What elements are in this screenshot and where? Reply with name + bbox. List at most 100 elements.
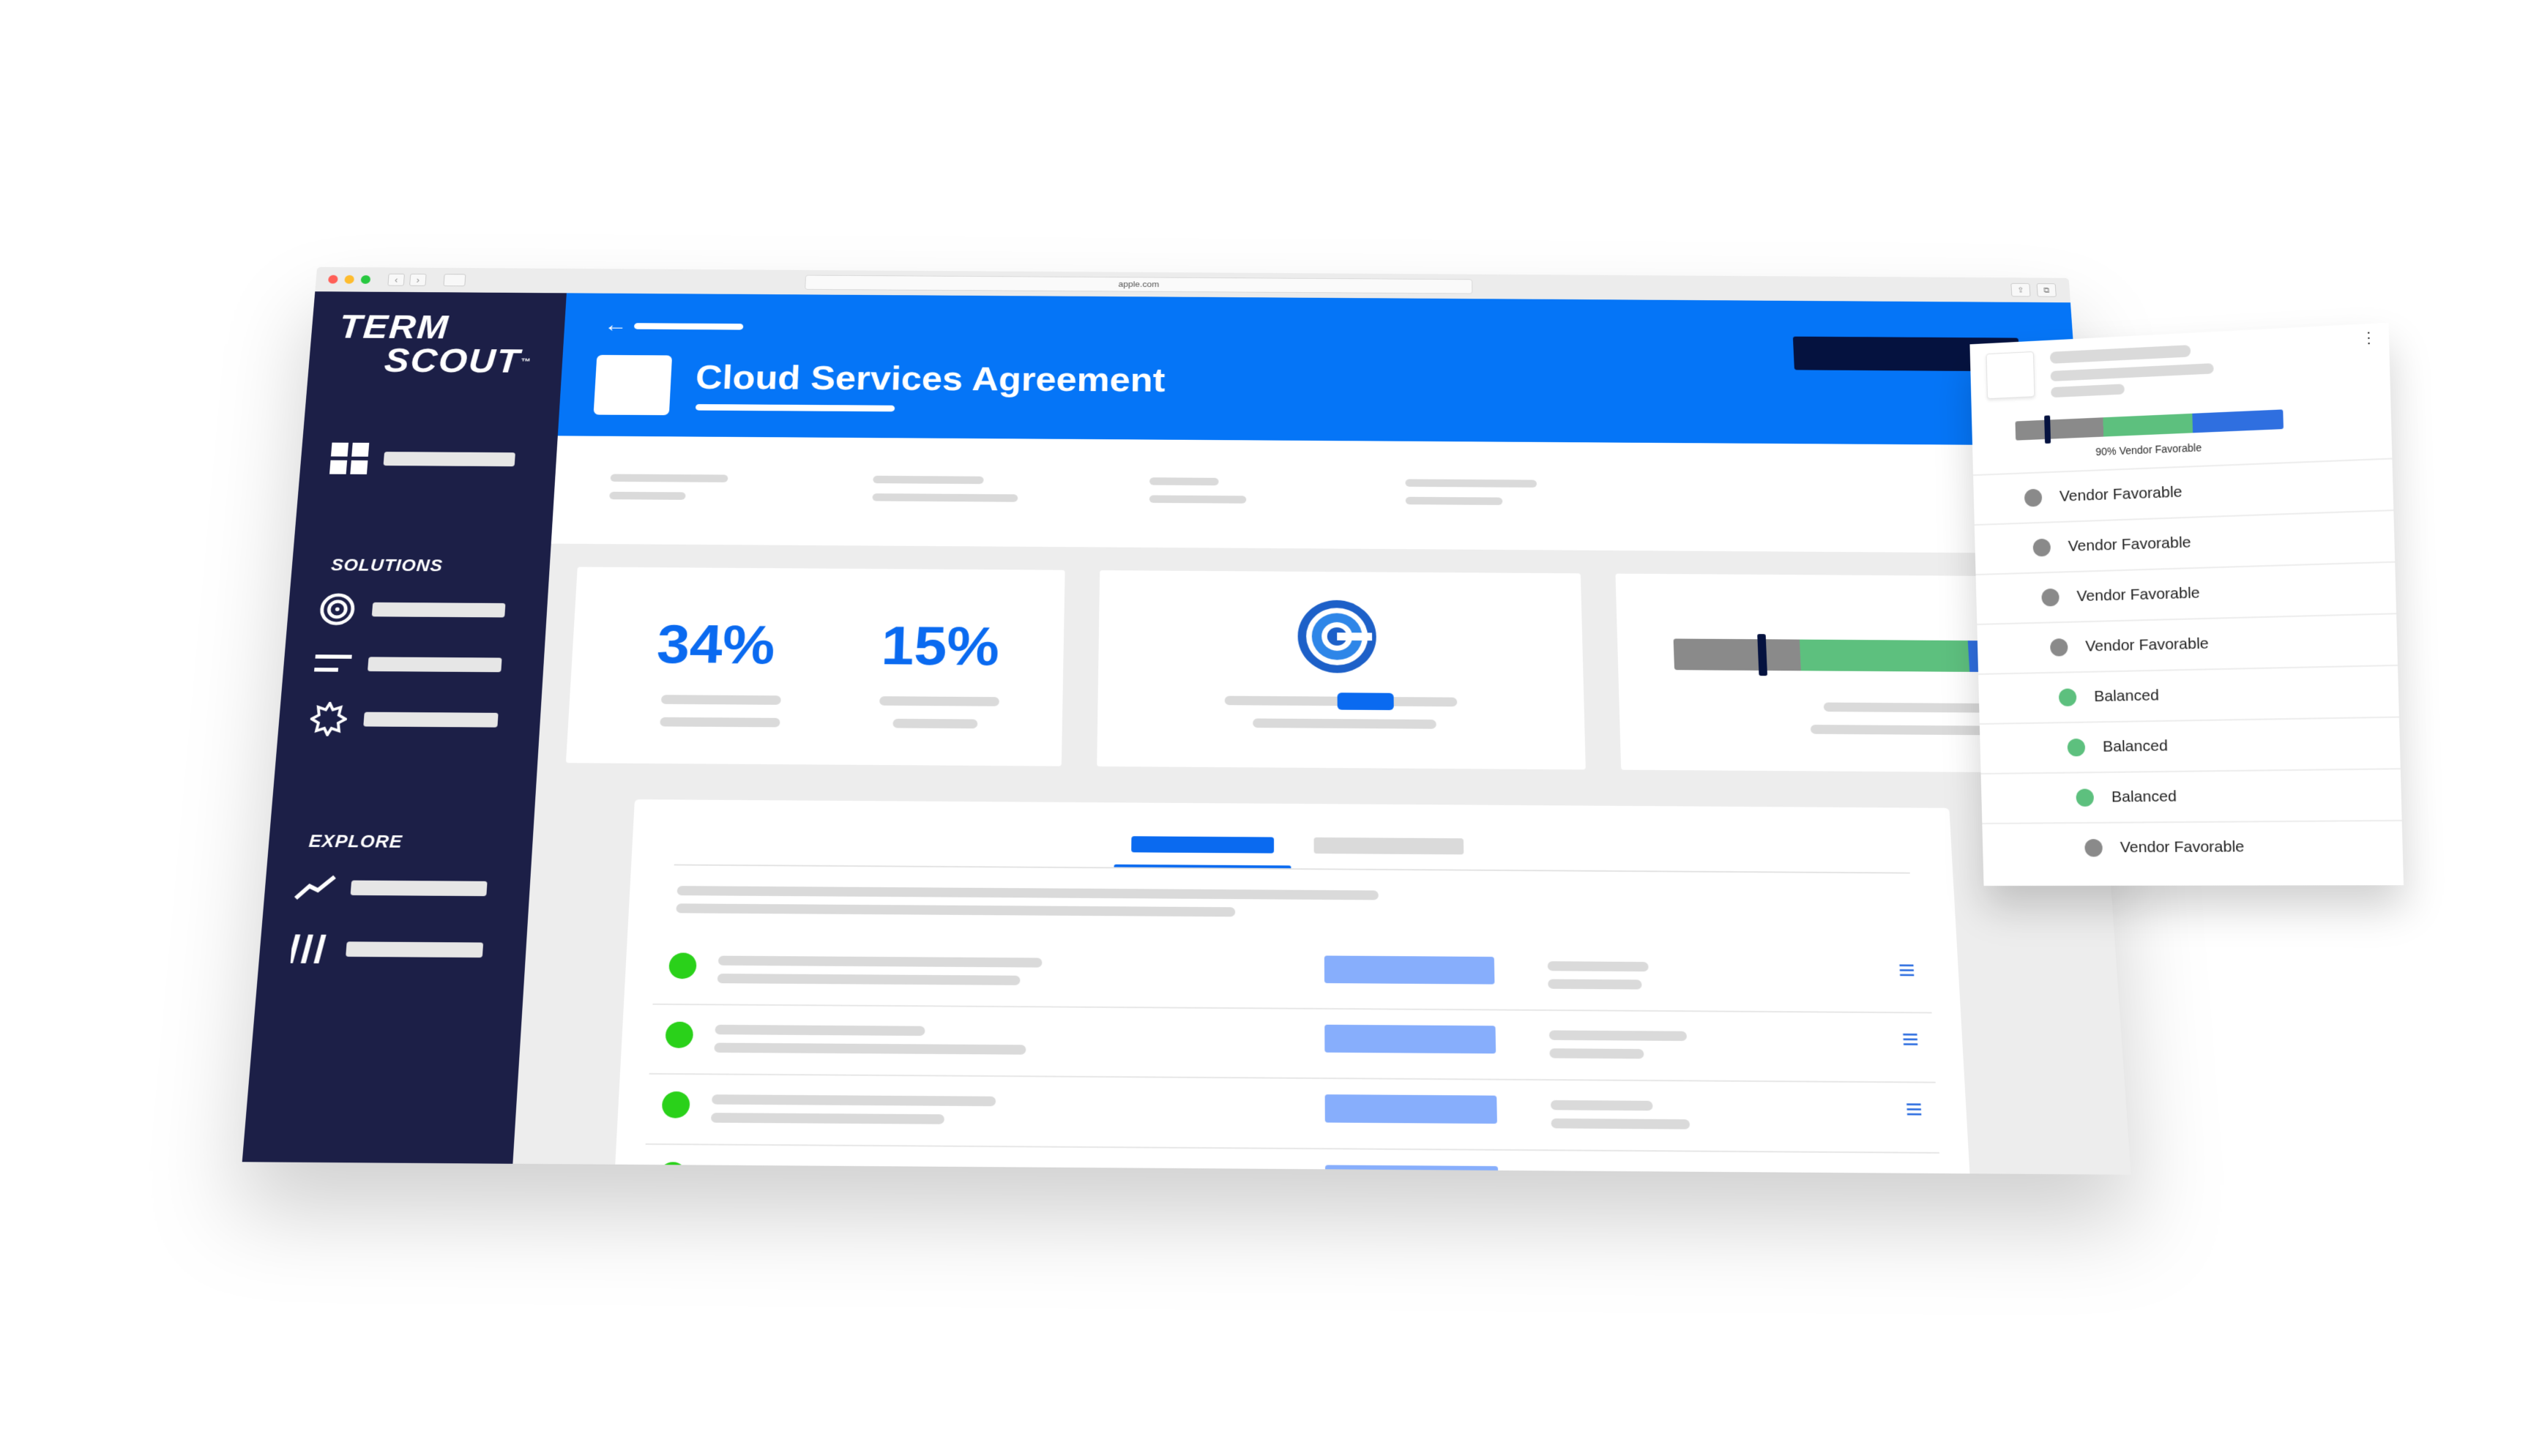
marketing-scene: ‹ › apple.com ⇪ ⧉ TERM SCOUT™ SOLUTIONS … — [0, 0, 2531, 1456]
kebab-icon[interactable]: ⋮ — [2360, 328, 2377, 348]
panel-description-placeholder — [676, 903, 1235, 916]
tabs-icon[interactable]: ⧉ — [2037, 283, 2057, 297]
clause-tag — [1324, 955, 1495, 984]
favorability-range-bar — [2016, 409, 2284, 440]
status-ok-icon — [668, 952, 697, 979]
list-item-label: Balanced — [2111, 788, 2177, 806]
status-dot-icon — [2033, 539, 2051, 557]
termscout-logo[interactable]: TERM SCOUT™ — [335, 310, 534, 378]
sidebar-item-label-placeholder — [346, 941, 483, 957]
favorability-caption: 90% Vendor Favorable — [2016, 438, 2284, 460]
sidebar-item-label-placeholder — [384, 452, 515, 466]
tab-divider — [674, 865, 1910, 874]
back-arrow-icon[interactable]: ← — [603, 313, 628, 337]
browser-back-button[interactable]: ‹ — [387, 274, 405, 286]
browser-window: ‹ › apple.com ⇪ ⧉ TERM SCOUT™ SOLUTIONS … — [242, 267, 2131, 1175]
sidebar-item-explore-1[interactable] — [294, 868, 488, 908]
list-item[interactable]: Vendor Favorable — [1977, 613, 2398, 673]
hamburger-icon[interactable]: ≡ — [1909, 1166, 1927, 1175]
clause-tag — [1324, 1025, 1496, 1054]
lines-icon — [312, 646, 354, 682]
sidebar-item-solution-1[interactable] — [316, 591, 506, 628]
status-dot-icon — [2024, 489, 2043, 507]
tab-active[interactable] — [1131, 836, 1274, 853]
url-bar[interactable]: apple.com — [805, 275, 1472, 294]
trend-icon — [294, 868, 337, 906]
page-title: Cloud Services Agreement — [695, 358, 1166, 400]
badge-icon — [307, 701, 350, 738]
status-dot-icon — [2050, 638, 2068, 657]
status-dot-icon — [2068, 739, 2086, 757]
status-dot-icon — [2084, 839, 2103, 856]
bars-icon — [288, 930, 332, 968]
sidebar-item-label-placeholder — [368, 657, 502, 672]
explore-heading: EXPLORE — [308, 831, 403, 852]
clause-title-placeholder — [2050, 345, 2191, 364]
logo-trademark: ™ — [521, 356, 532, 367]
list-item[interactable]: Balanced — [1978, 665, 2399, 723]
stat-label-placeholder — [892, 719, 977, 728]
list-item[interactable]: Balanced — [1980, 717, 2401, 774]
sidebar: TERM SCOUT™ SOLUTIONS EXPLORE — [242, 291, 567, 1164]
target-icon — [316, 591, 358, 627]
sidebar-item-solution-2[interactable] — [312, 646, 503, 684]
browser-device: ‹ › apple.com ⇪ ⧉ TERM SCOUT™ SOLUTIONS … — [242, 267, 2131, 1175]
stat-percent-1: 34% — [655, 613, 776, 676]
favorability-list: Vendor Favorable Vendor Favorable Vendor F… — [1973, 458, 2403, 873]
sidebar-item-dashboard[interactable] — [329, 441, 516, 477]
list-item-label: Vendor Favorable — [2085, 635, 2209, 655]
sidebar-item-label-placeholder — [363, 712, 498, 728]
title-underline — [696, 404, 895, 411]
list-item-label: Balanced — [2094, 687, 2159, 706]
list-item[interactable]: Vendor Favorable — [1982, 820, 2403, 873]
table-row[interactable]: ≡ — [646, 1073, 1939, 1154]
clauses-panel: ≡ ≡ ≡ — [615, 799, 1969, 1173]
status-dot-icon — [2076, 788, 2094, 806]
favorability-label-placeholder — [1824, 703, 1994, 713]
list-item-label: Vendor Favorable — [2076, 584, 2200, 605]
share-icon[interactable]: ⇪ — [2010, 283, 2030, 297]
logo-line2: SCOUT — [383, 342, 522, 380]
table-row[interactable]: ≡ — [649, 1004, 1936, 1083]
maximize-window-icon[interactable] — [360, 275, 370, 284]
sidebar-item-explore-2[interactable] — [288, 930, 484, 969]
status-ok-icon — [665, 1022, 693, 1048]
stat-label-placeholder — [879, 696, 999, 706]
score-indicator — [1338, 692, 1394, 710]
logo-line1: TERM — [338, 310, 535, 345]
meta-field-2 — [872, 476, 1018, 512]
sidebar-item-label-placeholder — [372, 602, 506, 618]
tab-inactive[interactable] — [1314, 837, 1464, 854]
browser-forward-button[interactable]: › — [409, 274, 427, 286]
list-item-label: Balanced — [2103, 737, 2168, 756]
back-label-placeholder — [634, 323, 743, 329]
score-card — [1097, 570, 1586, 769]
percent-card: 34% 15% — [566, 567, 1065, 766]
meta-field-1 — [608, 474, 728, 511]
status-dot-icon — [2041, 589, 2060, 607]
close-window-icon[interactable] — [328, 275, 338, 284]
favorability-detail-panel: ⋮ 90% Vendor Favorable Vendor Favorable V… — [1969, 323, 2404, 886]
minimize-window-icon[interactable] — [344, 275, 354, 284]
hamburger-icon[interactable]: ≡ — [1901, 1026, 1920, 1053]
favorability-marker — [2044, 415, 2051, 444]
hamburger-icon[interactable]: ≡ — [1898, 957, 1916, 985]
stat-cards: 34% 15% — [537, 544, 2104, 789]
clause-tag — [1325, 1094, 1497, 1124]
list-item[interactable]: Balanced — [1981, 768, 2402, 823]
table-row[interactable]: ≡ — [652, 935, 1931, 1013]
contract-meta-row — [551, 436, 2088, 553]
hamburger-icon[interactable]: ≡ — [1905, 1096, 1923, 1124]
status-ok-icon — [661, 1091, 690, 1119]
clause-subtitle-placeholder — [2051, 363, 2214, 381]
sidebar-item-solution-3[interactable] — [307, 701, 499, 739]
score-logo-icon — [1295, 597, 1379, 679]
score-label-placeholder — [1253, 718, 1436, 728]
clauses-area: ≡ ≡ ≡ — [512, 779, 2131, 1175]
stat-percent-2: 15% — [880, 614, 999, 678]
status-ok-icon — [658, 1162, 687, 1174]
sidebar-toggle-icon[interactable] — [443, 274, 466, 286]
favorability-marker[interactable] — [1757, 634, 1767, 676]
stat-label-placeholder — [660, 717, 780, 728]
panel-description-placeholder — [676, 886, 1378, 900]
